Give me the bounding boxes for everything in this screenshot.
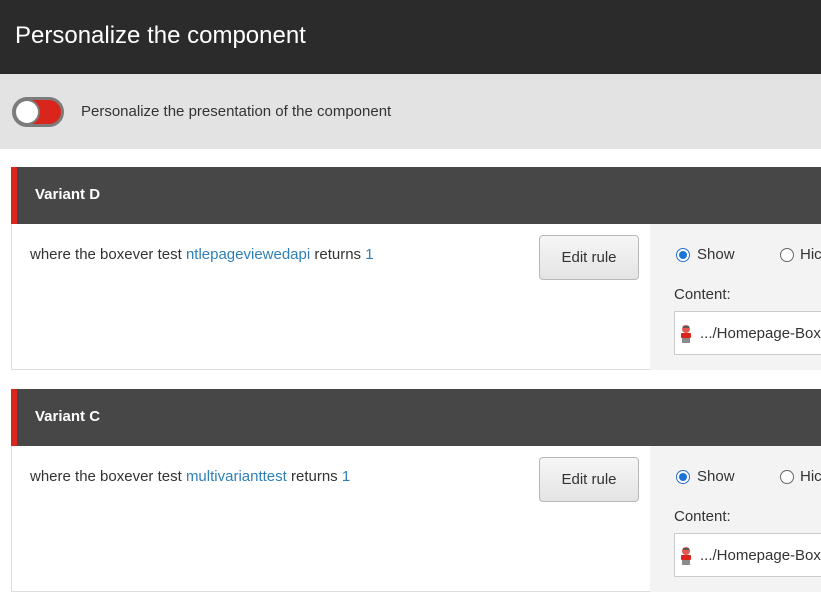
personalize-toggle-label: Personalize the presentation of the comp… — [81, 103, 392, 120]
rule-middle: returns — [290, 468, 338, 485]
variant-title: Variant C — [35, 408, 101, 425]
rule-prefix: where the boxever test — [30, 246, 182, 263]
variant-header-d: Variant D — [11, 167, 821, 224]
content-value: .../Homepage-Box — [700, 547, 821, 564]
hide-radio[interactable] — [780, 470, 794, 484]
rule-test-link[interactable]: multivarianttest — [186, 468, 287, 485]
content-field[interactable]: .../Homepage-Box — [674, 311, 821, 355]
rule-middle: returns — [314, 246, 362, 263]
variant-title: Variant D — [35, 186, 101, 203]
rule-text: where the boxever test ntlepageviewedapi… — [30, 246, 374, 263]
variant-header-c: Variant C — [11, 389, 821, 446]
edit-rule-button[interactable]: Edit rule — [539, 457, 639, 502]
rule-text: where the boxever test multivarianttest … — [30, 468, 350, 485]
page-title: Personalize the component — [15, 22, 306, 49]
person-icon — [681, 325, 691, 343]
person-icon — [681, 547, 691, 565]
show-radio[interactable] — [676, 470, 690, 484]
hide-label: Hic — [800, 468, 821, 485]
rule-value-link[interactable]: 1 — [365, 246, 373, 263]
variant-body-c: where the boxever test multivarianttest … — [11, 446, 821, 592]
content-label: Content: — [674, 286, 731, 303]
hide-radio[interactable] — [780, 248, 794, 262]
toggle-knob — [16, 101, 38, 123]
variant-body-d: where the boxever test ntlepageviewedapi… — [11, 224, 821, 370]
show-radio[interactable] — [676, 248, 690, 262]
content-value: .../Homepage-Box — [700, 325, 821, 342]
edit-rule-button[interactable]: Edit rule — [539, 235, 639, 280]
rule-value-link[interactable]: 1 — [342, 468, 350, 485]
content-label: Content: — [674, 508, 731, 525]
personalize-toggle[interactable] — [12, 97, 64, 127]
variant-options-panel: Show Hic Content: .../Homepage-Box — [650, 224, 821, 370]
variant-options-panel: Show Hic Content: .../Homepage-Box — [650, 446, 821, 592]
rule-prefix: where the boxever test — [30, 468, 182, 485]
content-field[interactable]: .../Homepage-Box — [674, 533, 821, 577]
title-bar: Personalize the component — [0, 0, 821, 74]
show-label: Show — [697, 246, 735, 263]
hide-label: Hic — [800, 246, 821, 263]
show-label: Show — [697, 468, 735, 485]
rule-test-link[interactable]: ntlepageviewedapi — [186, 246, 310, 263]
